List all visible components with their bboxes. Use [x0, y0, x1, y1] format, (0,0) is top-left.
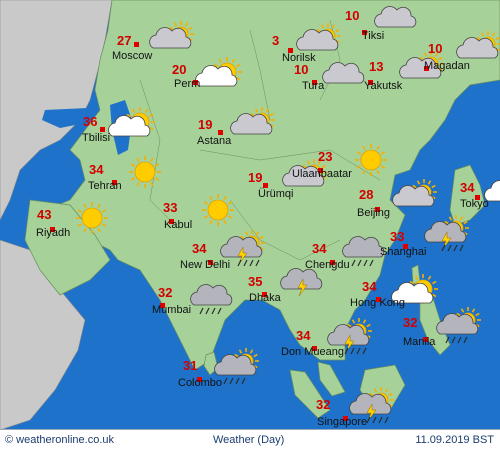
city-name-manila[interactable]: Manila [403, 336, 435, 348]
city-name-moscow[interactable]: Moscow [112, 50, 152, 62]
temperature-tbilisi: 36 [83, 114, 98, 129]
city-name-riyadh[interactable]: Riyadh [36, 227, 70, 239]
temperature-magadan: 10 [428, 41, 443, 56]
city-name-tiksi[interactable]: Tiksi [362, 30, 384, 42]
temperature-tiksi: 10 [345, 8, 360, 23]
city-name--r-mqi[interactable]: Ürümqi [258, 188, 293, 200]
city-name-tura[interactable]: Tura [302, 80, 324, 92]
city-name-perm[interactable]: Perm [174, 78, 200, 90]
temperature-mumbai: 32 [158, 285, 173, 300]
city-name-tehran[interactable]: Tehran [88, 180, 122, 192]
temperature-singapore: 32 [316, 397, 331, 412]
city-name-magadan[interactable]: Magadan [424, 60, 470, 72]
city-name-don-mueang[interactable]: Don Mueang [281, 346, 344, 358]
temperature-new-delhi: 34 [192, 241, 207, 256]
footer: © weatheronline.co.uk Weather (Day) 11.0… [0, 429, 500, 451]
temperature-norilsk: 3 [272, 33, 280, 48]
city-name-astana[interactable]: Astana [197, 135, 231, 147]
temperature-tura: 10 [294, 62, 309, 77]
temperature-shanghai: 33 [390, 229, 405, 244]
temperature-kabul: 33 [163, 200, 178, 215]
map-date: 11.09.2019 BST [415, 434, 494, 446]
city-name-yakutsk[interactable]: Yakutsk [364, 80, 402, 92]
city-name-kabul[interactable]: Kabul [164, 219, 192, 231]
temperature-astana: 19 [198, 117, 213, 132]
temperature-tokyo: 34 [460, 180, 475, 195]
temperature-don-mueang: 34 [296, 328, 311, 343]
city-name-dhaka[interactable]: Dhaka [249, 292, 281, 304]
temperature-moscow: 27 [117, 33, 132, 48]
temperature-hong-kong: 34 [362, 279, 377, 294]
city-marker-moscow[interactable] [134, 42, 139, 47]
temperature-perm: 20 [172, 62, 187, 77]
city-name-shanghai[interactable]: Shanghai [380, 246, 427, 258]
city-name-tokyo[interactable]: Tokyo [460, 198, 489, 210]
temperature-beijing: 28 [359, 187, 374, 202]
temperature-tehran: 34 [89, 162, 104, 177]
temperature-ulaanbaatar: 23 [318, 149, 333, 164]
city-name-colombo[interactable]: Colombo [178, 377, 222, 389]
temperature-colombo: 31 [183, 358, 198, 373]
temperature-dhaka: 35 [248, 274, 263, 289]
site-link[interactable]: © weatheronline.co.uk [5, 434, 114, 446]
city-name-new-delhi[interactable]: New Delhi [180, 259, 230, 271]
city-name-singapore[interactable]: Singapore [317, 416, 367, 428]
temperature-chengdu: 34 [312, 241, 327, 256]
temperature--r-mqi: 19 [248, 170, 263, 185]
city-name-tbilisi[interactable]: Tbilisi [82, 132, 110, 144]
city-name-ulaanbaatar[interactable]: Ulaanbaatar [292, 168, 352, 180]
map-title: Weather (Day) [213, 434, 285, 446]
temperature-manila: 32 [403, 315, 418, 330]
city-name-mumbai[interactable]: Mumbai [152, 304, 191, 316]
city-name-beijing[interactable]: Beijing [357, 207, 390, 219]
city-name-chengdu[interactable]: Chengdu [305, 259, 350, 271]
temperature-yakutsk: 13 [369, 59, 384, 74]
temperature-riyadh: 43 [37, 207, 52, 222]
city-name-hong-kong[interactable]: Hong Kong [350, 297, 405, 309]
